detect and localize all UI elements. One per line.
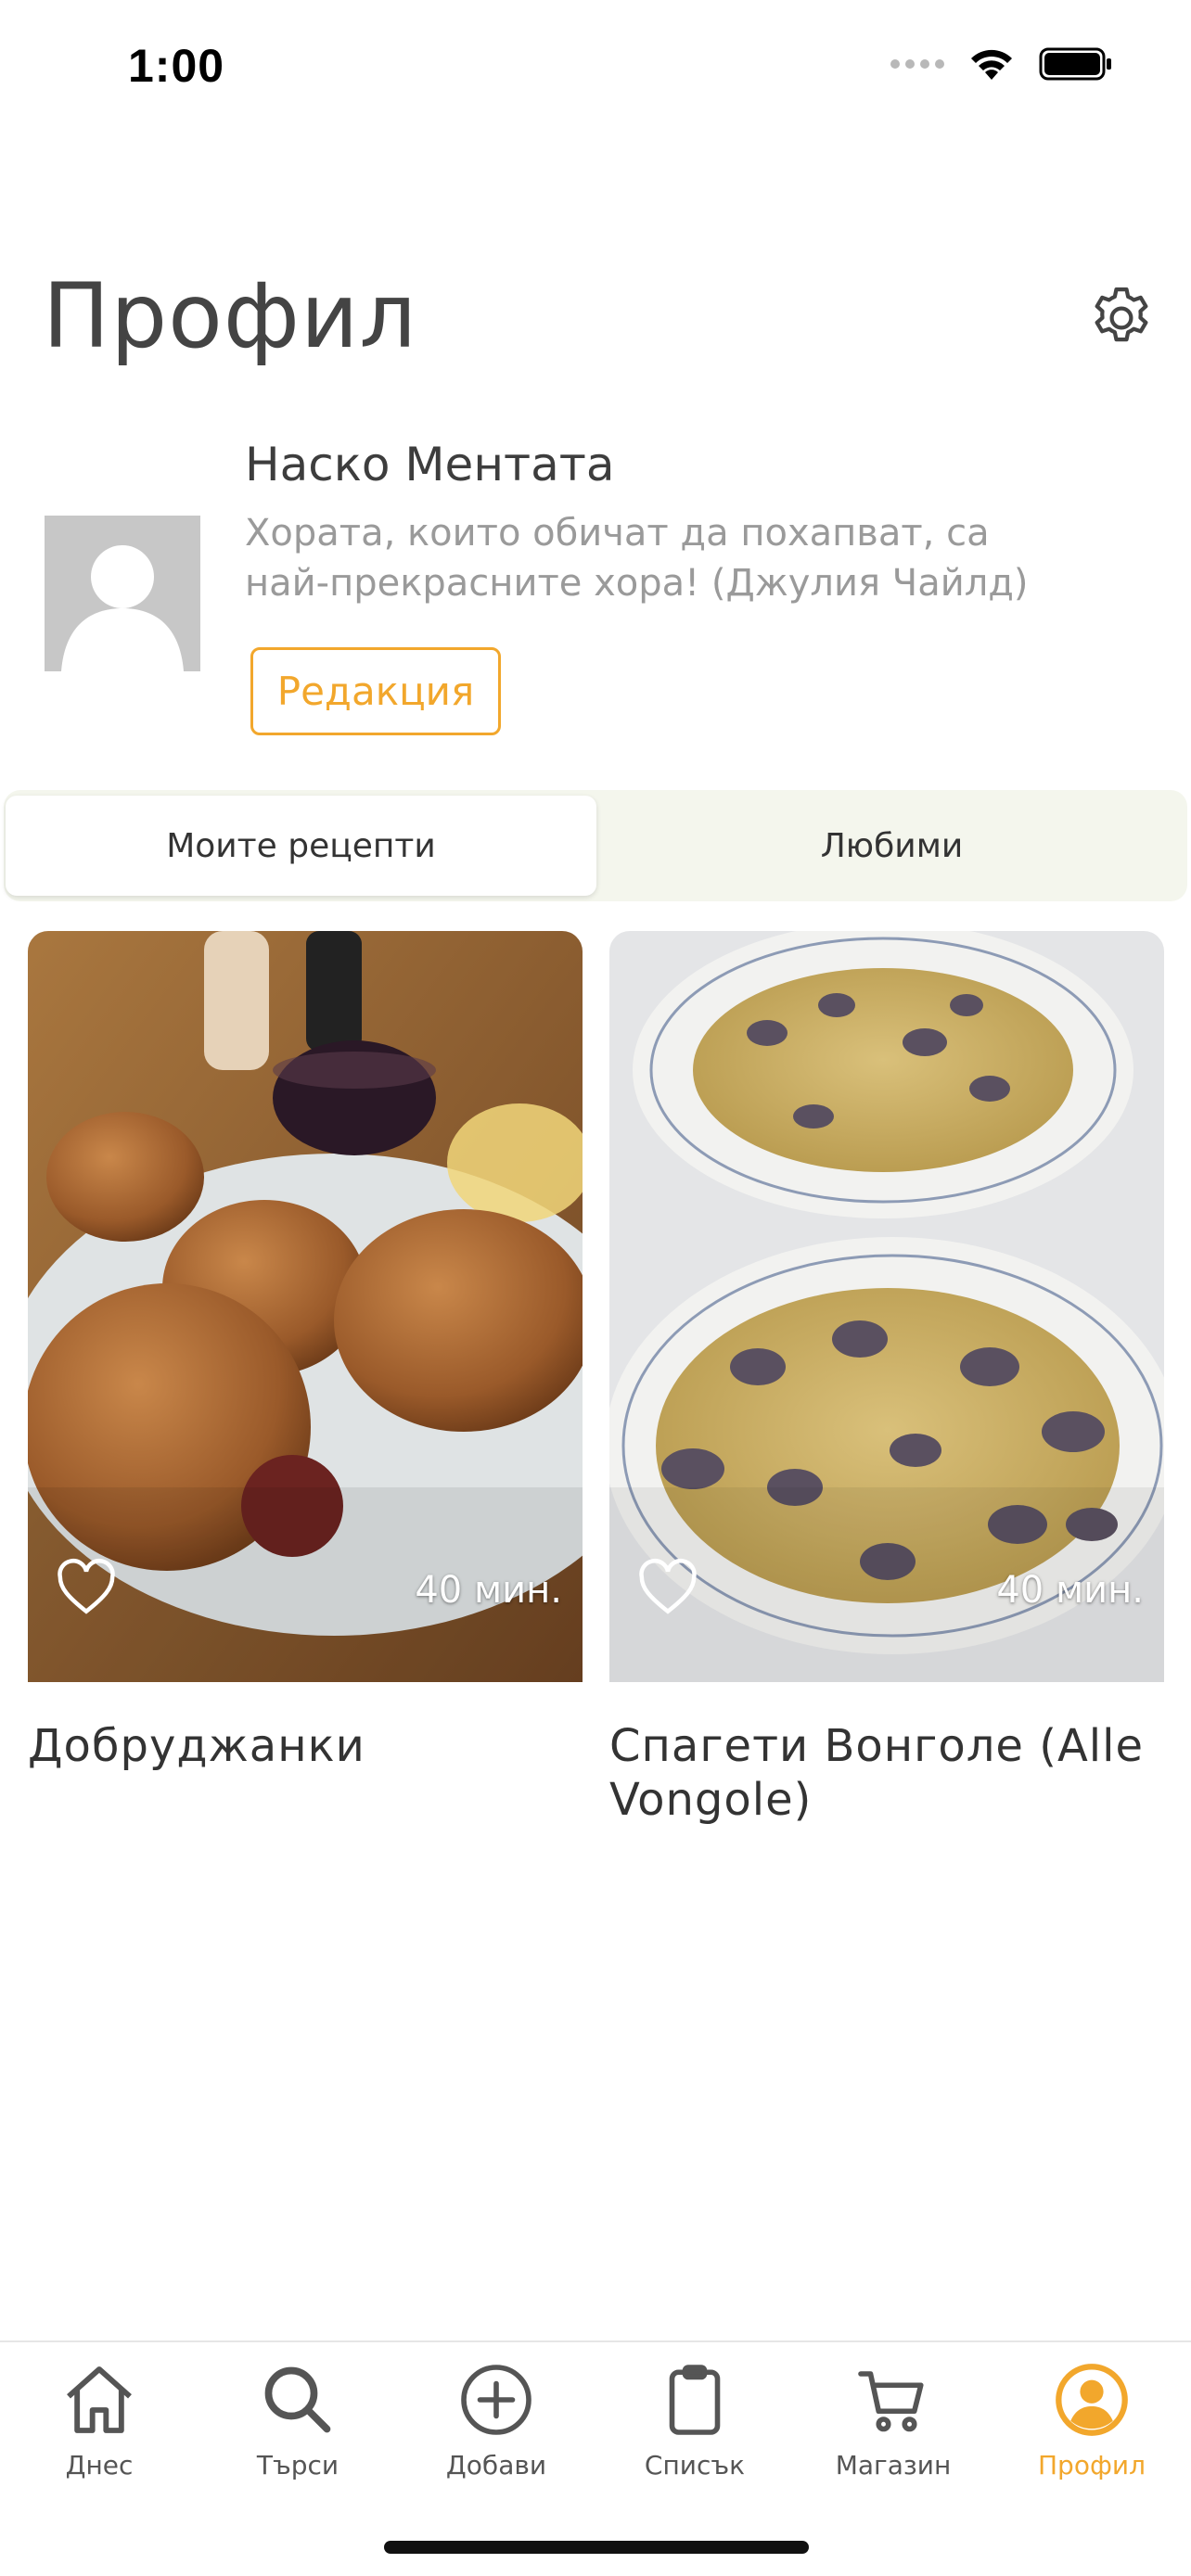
recipe-title[interactable]: Добруджанки: [28, 1719, 583, 1773]
tab-favorites[interactable]: Любими: [596, 790, 1187, 901]
tabbar-label: Търси: [256, 2450, 339, 2480]
user-placeholder-icon: [45, 516, 200, 671]
status-time: 1:00: [128, 40, 225, 92]
user-circle-icon: [1047, 2355, 1136, 2444]
recipe-tabs: Моите рецепти Любими: [4, 790, 1187, 901]
tabbar-label: Профил: [1038, 2450, 1146, 2480]
recipe-title[interactable]: Спагети Вонголе (Alle Vongole): [609, 1719, 1164, 1827]
gear-icon: [1095, 287, 1148, 342]
home-icon: [55, 2355, 144, 2444]
settings-button[interactable]: [1080, 276, 1163, 360]
cellular-signal-icon: [890, 59, 944, 69]
tabbar-item-shop[interactable]: Магазин: [794, 2355, 992, 2480]
tabbar-label: Магазин: [835, 2450, 952, 2480]
page-title: Профил: [43, 264, 417, 368]
recipe-card[interactable]: 40 мин. Добруджанки: [28, 931, 583, 1773]
tabbar-label: Списък: [644, 2450, 746, 2480]
heart-icon[interactable]: [54, 1558, 119, 1615]
profile-name: Наско Ментата: [245, 438, 615, 491]
recipe-duration: 40 мин.: [996, 1569, 1144, 1612]
clipboard-icon: [650, 2355, 739, 2444]
tab-my-recipes[interactable]: Моите рецепти: [6, 796, 596, 896]
tabbar-label: Днес: [65, 2450, 134, 2480]
recipe-duration: 40 мин.: [415, 1569, 562, 1612]
profile-quote: Хората, които обичат да похапват, са най…: [245, 512, 1029, 605]
heart-icon[interactable]: [635, 1558, 700, 1615]
tabbar-item-today[interactable]: Днес: [0, 2355, 198, 2480]
search-icon: [253, 2355, 342, 2444]
recipe-image[interactable]: 40 мин.: [28, 931, 583, 1682]
recipe-image[interactable]: 40 мин.: [609, 931, 1164, 1682]
status-icons: [890, 46, 1113, 82]
avatar[interactable]: [45, 516, 200, 671]
battery-icon: [1039, 47, 1111, 81]
recipe-card[interactable]: 40 мин. Спагети Вонголе (Alle Vongole): [609, 931, 1164, 1827]
tabbar-item-profile[interactable]: Профил: [992, 2355, 1191, 2480]
cart-icon: [849, 2355, 938, 2444]
tabbar-item-search[interactable]: Търси: [198, 2355, 397, 2480]
home-indicator[interactable]: [384, 2541, 809, 2554]
wifi-icon: [971, 49, 1012, 80]
tabbar-label: Добави: [445, 2450, 547, 2480]
status-bar: 1:00: [0, 0, 1191, 130]
edit-profile-button[interactable]: Редакция: [250, 647, 501, 735]
tabbar-item-add[interactable]: Добави: [397, 2355, 596, 2480]
tabbar-item-list[interactable]: Списък: [596, 2355, 794, 2480]
plus-circle-icon: [452, 2355, 541, 2444]
